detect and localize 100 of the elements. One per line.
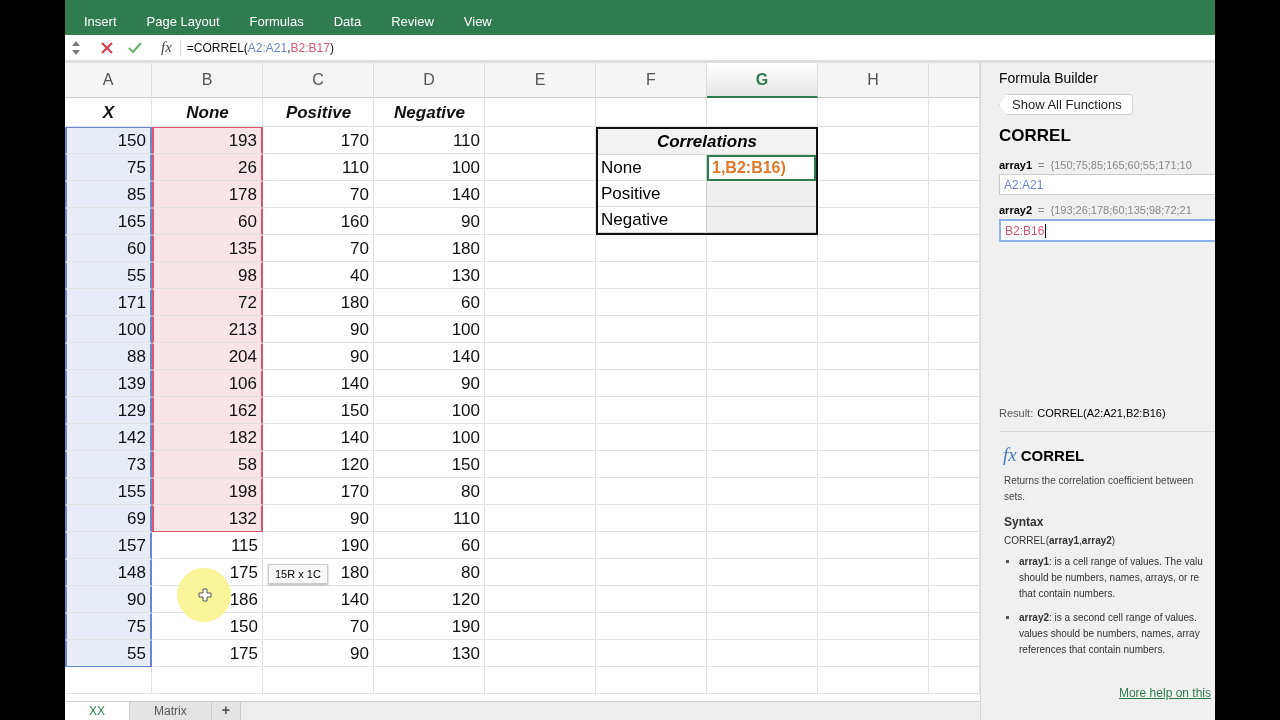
- grid-cell[interactable]: [818, 262, 929, 289]
- grid-cell[interactable]: [596, 667, 707, 694]
- column-header[interactable]: E: [485, 63, 596, 98]
- sheet-tab[interactable]: XX: [65, 702, 130, 720]
- grid-cell[interactable]: 110: [374, 505, 485, 532]
- grid-cell[interactable]: 100: [374, 397, 485, 424]
- ribbon-tab[interactable]: Page Layout: [146, 14, 220, 35]
- grid-cell[interactable]: 120: [374, 586, 485, 613]
- grid-cell[interactable]: 130: [374, 640, 485, 667]
- grid-cell[interactable]: [707, 343, 818, 370]
- grid-cell[interactable]: 90: [263, 640, 374, 667]
- grid-cell[interactable]: 140: [374, 343, 485, 370]
- grid-cell[interactable]: 162: [152, 397, 263, 424]
- grid-cell[interactable]: 80: [374, 478, 485, 505]
- grid-cell[interactable]: 139: [65, 370, 152, 397]
- grid-cell[interactable]: [707, 586, 818, 613]
- grid-cell[interactable]: 75: [65, 154, 152, 181]
- grid-cell[interactable]: [596, 586, 707, 613]
- grid-cell[interactable]: 90: [374, 370, 485, 397]
- grid-cell[interactable]: [818, 532, 929, 559]
- grid-cell[interactable]: Negative: [374, 98, 485, 127]
- grid-cell[interactable]: 115: [152, 532, 263, 559]
- grid-cell[interactable]: [818, 343, 929, 370]
- grid-cell[interactable]: [818, 289, 929, 316]
- grid-cell[interactable]: 132: [152, 505, 263, 532]
- grid-cell[interactable]: [485, 667, 596, 694]
- grid-cell[interactable]: [818, 235, 929, 262]
- grid-cell[interactable]: 60: [65, 235, 152, 262]
- column-header[interactable]: F: [596, 63, 707, 98]
- grid-cell[interactable]: 190: [374, 613, 485, 640]
- grid-cell[interactable]: [596, 505, 707, 532]
- grid-cell[interactable]: [818, 451, 929, 478]
- grid-cell[interactable]: [485, 640, 596, 667]
- ribbon-tab[interactable]: Data: [333, 14, 362, 35]
- grid-cell[interactable]: [485, 505, 596, 532]
- grid-cell[interactable]: [707, 289, 818, 316]
- grid-cell[interactable]: 70: [263, 181, 374, 208]
- grid-cell[interactable]: 148: [65, 559, 152, 586]
- grid-cell[interactable]: [485, 397, 596, 424]
- grid-cell[interactable]: [818, 316, 929, 343]
- grid-cell[interactable]: [485, 98, 596, 127]
- grid-cell[interactable]: 88: [65, 343, 152, 370]
- column-header[interactable]: H: [818, 63, 929, 98]
- grid-cell[interactable]: 150: [374, 451, 485, 478]
- grid-cell[interactable]: [485, 532, 596, 559]
- grid-cell[interactable]: 98: [152, 262, 263, 289]
- grid-cell[interactable]: 130: [374, 262, 485, 289]
- grid-cell[interactable]: 100: [65, 316, 152, 343]
- grid-cell[interactable]: [818, 586, 929, 613]
- grid-cell[interactable]: [596, 532, 707, 559]
- grid-cell[interactable]: 155: [65, 478, 152, 505]
- grid-cell[interactable]: [485, 559, 596, 586]
- ribbon-tab[interactable]: View: [463, 14, 492, 35]
- grid-cell[interactable]: 60: [152, 208, 263, 235]
- grid-cell[interactable]: [707, 262, 818, 289]
- check-icon[interactable]: [128, 41, 142, 54]
- grid-cell[interactable]: [818, 424, 929, 451]
- grid-cell[interactable]: [707, 207, 816, 233]
- grid-cell[interactable]: [596, 451, 707, 478]
- ribbon-tab[interactable]: Insert: [84, 14, 117, 35]
- grid-cell[interactable]: [596, 370, 707, 397]
- grid-cell[interactable]: [596, 316, 707, 343]
- grid-cell[interactable]: [707, 370, 818, 397]
- grid-cell[interactable]: 171: [65, 289, 152, 316]
- grid-cell[interactable]: [596, 397, 707, 424]
- grid-cell[interactable]: [485, 343, 596, 370]
- grid-cell[interactable]: [707, 613, 818, 640]
- grid-cell[interactable]: 90: [374, 208, 485, 235]
- grid-cell[interactable]: 90: [263, 343, 374, 370]
- column-header[interactable]: D: [374, 63, 485, 98]
- grid-cell[interactable]: [65, 667, 152, 694]
- add-sheet-button[interactable]: +: [211, 702, 241, 720]
- grid-cell[interactable]: [707, 559, 818, 586]
- grid-cell[interactable]: 135: [152, 235, 263, 262]
- grid-cell[interactable]: [707, 667, 818, 694]
- more-help-link[interactable]: More help on this: [1118, 686, 1211, 700]
- grid-cell[interactable]: 140: [263, 370, 374, 397]
- grid-cell[interactable]: [485, 451, 596, 478]
- grid-cell[interactable]: 110: [263, 154, 374, 181]
- grid-cell[interactable]: 157: [65, 532, 152, 559]
- grid-cell[interactable]: 193: [152, 127, 263, 154]
- input-field[interactable]: A2:A21: [999, 174, 1215, 195]
- grid-cell[interactable]: [707, 181, 816, 207]
- cancel-icon[interactable]: [101, 41, 113, 54]
- grid-cell[interactable]: 204: [152, 343, 263, 370]
- grid-cell[interactable]: 110: [374, 127, 485, 154]
- grid-cell[interactable]: 142: [65, 424, 152, 451]
- grid-cell[interactable]: [485, 613, 596, 640]
- grid-cell[interactable]: [707, 532, 818, 559]
- column-header[interactable]: G: [707, 63, 818, 98]
- grid-cell[interactable]: [818, 613, 929, 640]
- grid-cell[interactable]: 100: [374, 154, 485, 181]
- grid-cell[interactable]: 190: [263, 532, 374, 559]
- grid-cell[interactable]: [374, 667, 485, 694]
- grid-cell[interactable]: 182: [152, 424, 263, 451]
- grid-cell[interactable]: 55: [65, 262, 152, 289]
- grid-cell[interactable]: [485, 370, 596, 397]
- grid-cell[interactable]: [818, 478, 929, 505]
- column-header[interactable]: C: [263, 63, 374, 98]
- input-field[interactable]: B2:B16: [999, 219, 1215, 242]
